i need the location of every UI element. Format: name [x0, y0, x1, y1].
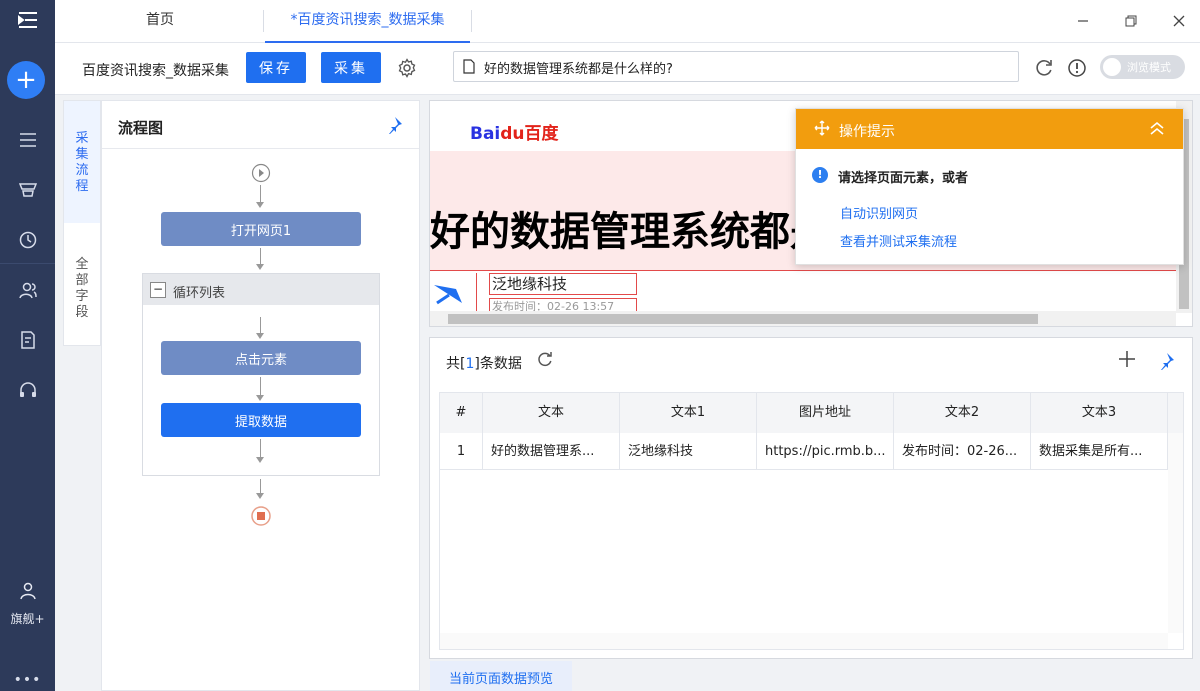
collect-button[interactable]: 采集 — [321, 52, 381, 83]
col-header[interactable]: 文本 — [483, 393, 620, 433]
tab-data-preview[interactable]: 当前页面数据预览 — [430, 661, 572, 691]
test-flow-link[interactable]: 查看并测试采集流程 — [840, 231, 957, 250]
page-icon — [463, 59, 475, 78]
operation-tip-popup: 操作提示 ! 请选择页面元素，或者 自动识别网页 查看并测试采集流程 — [795, 108, 1184, 265]
team-icon[interactable] — [0, 275, 55, 305]
title-bar: 首页 *百度资讯搜索_数据采集 — [55, 0, 1200, 43]
baidu-logo: Baidu百度 — [470, 124, 559, 144]
new-task-button[interactable]: + — [7, 61, 45, 99]
end-icon — [251, 506, 271, 526]
url-value: 好的数据管理系统都是什么样的? — [484, 62, 673, 77]
auto-detect-link[interactable]: 自动识别网页 — [840, 203, 918, 222]
minimize-icon[interactable] — [1069, 8, 1097, 34]
tab-task[interactable]: *百度资讯搜索_数据采集 — [265, 0, 470, 43]
side-tabs: 采集流程 全部字段 — [63, 100, 101, 346]
toolbar: 百度资讯搜索_数据采集 保存 采集 好的数据管理系统都是什么样的? 浏览模式 — [55, 43, 1200, 95]
pin-icon[interactable] — [385, 116, 403, 138]
info-badge-icon: ! — [812, 167, 828, 183]
task-name: 百度资讯搜索_数据采集 — [82, 63, 229, 79]
collapse-toggle[interactable]: − — [150, 282, 166, 298]
tip-message: 请选择页面元素，或者 — [838, 171, 969, 186]
add-field-icon[interactable] — [1118, 350, 1136, 372]
close-icon[interactable] — [1165, 8, 1193, 34]
thumbnail-image[interactable] — [432, 277, 468, 311]
data-table: # 文本 文本1 图片地址 文本2 文本3 1 好的数据管理系... 泛地缘科技… — [439, 392, 1184, 650]
refresh-icon[interactable] — [1032, 56, 1056, 80]
headset-icon[interactable] — [0, 375, 55, 405]
document-icon[interactable] — [0, 325, 55, 355]
table-vscrollbar[interactable] — [1168, 433, 1183, 633]
browse-mode-toggle[interactable]: 浏览模式 — [1100, 55, 1185, 79]
collapse-up-icon[interactable] — [1148, 119, 1166, 141]
pin-data-icon[interactable] — [1157, 352, 1175, 374]
browse-mode-label: 浏览模式 — [1127, 61, 1171, 74]
start-icon — [251, 163, 271, 183]
loop-label: 循环列表 — [173, 286, 226, 301]
col-header[interactable]: 图片地址 — [757, 393, 894, 433]
source-text[interactable]: 泛地缘科技 — [489, 273, 637, 295]
task-list-icon[interactable] — [0, 125, 55, 155]
extract-data-node[interactable]: 提取数据 — [161, 403, 361, 437]
url-input[interactable]: 好的数据管理系统都是什么样的? — [453, 51, 1019, 82]
menu-collapse-icon[interactable] — [0, 5, 55, 35]
save-button[interactable]: 保存 — [246, 52, 306, 83]
col-header[interactable]: # — [440, 393, 483, 433]
user-icon[interactable] — [0, 576, 55, 606]
page-hscrollbar[interactable] — [430, 311, 1176, 326]
flow-title: 流程图 — [118, 119, 164, 137]
restore-icon[interactable] — [1117, 8, 1145, 34]
table-hscrollbar[interactable] — [440, 633, 1168, 649]
template-icon[interactable] — [0, 175, 55, 205]
data-panel: 共[1]条数据 # 文本 文本1 图片地址 文本2 文本3 1 好的数据管理系.… — [429, 337, 1193, 659]
col-header[interactable]: 文本3 — [1031, 393, 1168, 433]
tab-collect-flow[interactable]: 采集流程 — [64, 101, 100, 223]
tab-all-fields[interactable]: 全部字段 — [64, 223, 100, 345]
settings-gear-icon[interactable] — [395, 56, 419, 80]
info-icon[interactable] — [1065, 56, 1089, 80]
row-count: 共[1]条数据 — [446, 356, 522, 372]
more-icon[interactable]: ••• — [0, 668, 55, 691]
flagship-label[interactable]: 旗舰+ — [0, 610, 55, 627]
tab-home[interactable]: 首页 — [115, 0, 205, 43]
col-header[interactable]: 文本1 — [620, 393, 757, 433]
col-header[interactable]: 文本2 — [894, 393, 1031, 433]
move-icon[interactable] — [814, 120, 830, 140]
schedule-icon[interactable] — [0, 225, 55, 255]
left-rail: + 旗舰+ ••• — [0, 0, 55, 691]
flow-panel: 流程图 打开网页1 − 循环列表 点击元素 提取数据 — [101, 100, 420, 691]
refresh-data-icon[interactable] — [536, 351, 554, 373]
tip-title: 操作提示 — [839, 124, 895, 140]
publish-time-text[interactable]: 发布时间：02-26 13:57 — [489, 298, 637, 312]
table-row[interactable]: 1 好的数据管理系... 泛地缘科技 https://pic.rmb.b... … — [440, 433, 1183, 470]
click-element-node[interactable]: 点击元素 — [161, 341, 361, 375]
open-page-node[interactable]: 打开网页1 — [161, 212, 361, 246]
